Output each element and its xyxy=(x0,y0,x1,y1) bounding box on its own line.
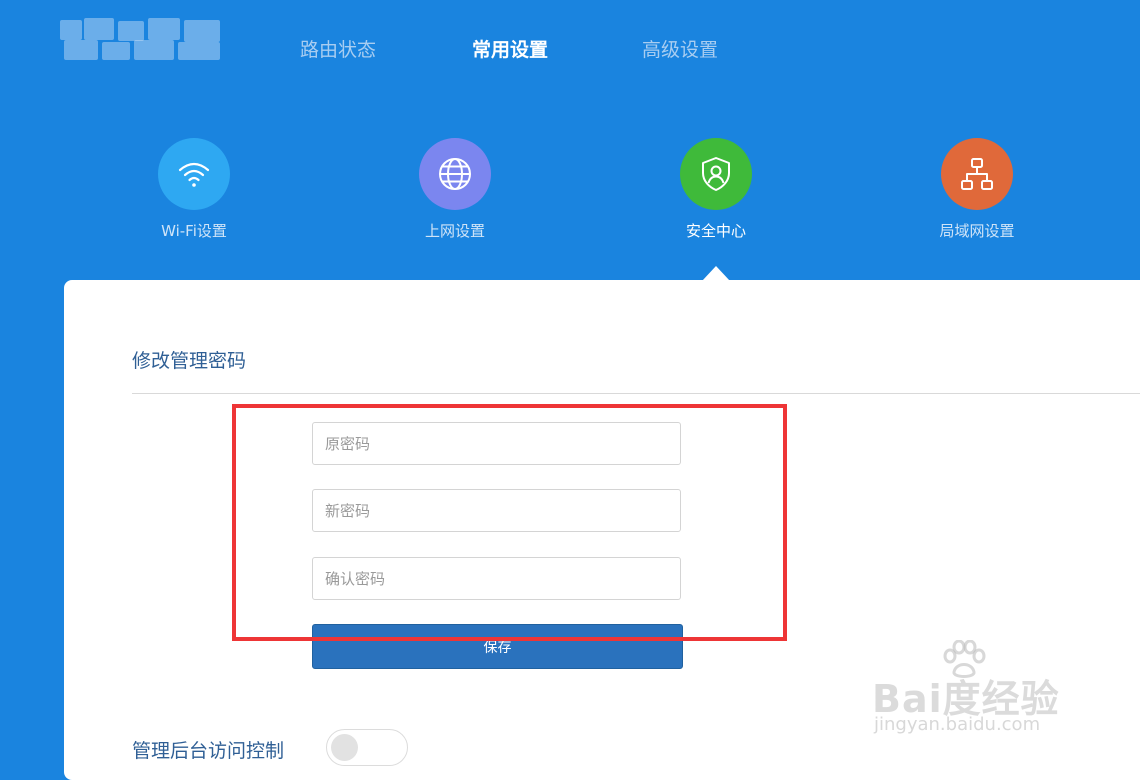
category-internet-settings[interactable]: 上网设置 xyxy=(380,138,530,241)
section-title: 修改管理密码 xyxy=(132,350,247,372)
toggle-knob xyxy=(331,734,358,761)
confirm-password-input[interactable] xyxy=(312,557,681,600)
tab-common-settings[interactable]: 常用设置 xyxy=(472,36,548,64)
new-password-input[interactable] xyxy=(312,489,681,532)
wifi-icon xyxy=(178,162,210,187)
category-label: 局域网设置 xyxy=(939,222,1015,240)
shield-user-icon xyxy=(702,157,730,191)
lan-topology-icon xyxy=(961,158,993,190)
category-label: 上网设置 xyxy=(424,222,485,240)
wifi-circle xyxy=(158,138,230,210)
globe-circle xyxy=(419,138,491,210)
category-wifi-settings[interactable]: Wi-Fi设置 xyxy=(119,138,269,241)
access-control-label: 管理后台访问控制 xyxy=(132,740,285,762)
category-lan-settings[interactable]: 局域网设置 xyxy=(902,138,1052,241)
shield-circle xyxy=(680,138,752,210)
logo-blurred xyxy=(60,18,220,60)
content-panel: 修改管理密码 保存 管理后台访问控制 xyxy=(64,280,1140,780)
category-label: 安全中心 xyxy=(685,222,746,240)
old-password-input[interactable] xyxy=(312,422,681,465)
active-category-pointer xyxy=(702,266,730,281)
tab-router-status[interactable]: 路由状态 xyxy=(300,36,376,64)
globe-icon xyxy=(439,158,471,190)
section-divider xyxy=(132,393,1140,394)
category-label: Wi-Fi设置 xyxy=(161,222,227,240)
lan-circle xyxy=(941,138,1013,210)
save-button[interactable]: 保存 xyxy=(312,624,683,669)
tab-advanced-settings[interactable]: 高级设置 xyxy=(642,36,718,64)
access-control-toggle[interactable] xyxy=(326,729,408,766)
category-security-center[interactable]: 安全中心 xyxy=(641,138,791,241)
